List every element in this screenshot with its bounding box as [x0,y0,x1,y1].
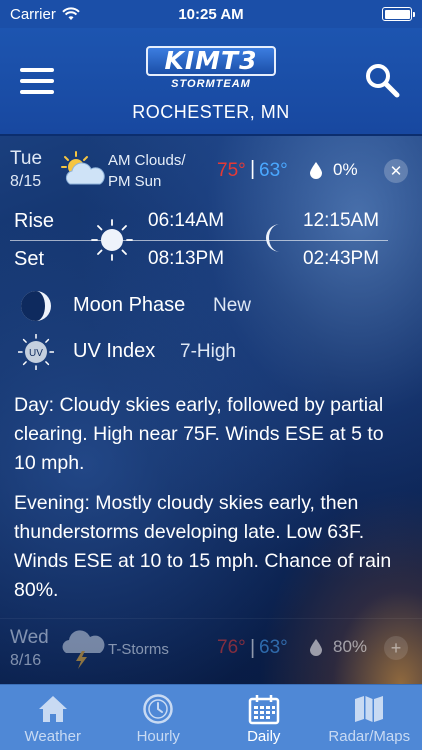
uv-index-label: UV Index [73,340,156,362]
logo-main-text: KIMT3 [146,46,276,76]
tab-bar: Weather Hourly Daily Radar/Maps [0,684,422,750]
low-temp: 63° [259,160,288,181]
app-header: KIMT3 STORMTEAM ROCHESTER, MN [0,28,422,136]
day-forecast-text: Day: Cloudy skies early, followed by par… [14,394,384,474]
uv-icon-text: UV [29,348,43,359]
temp-separator: | [250,158,256,180]
status-left: Carrier [10,6,80,23]
forecast-day-row[interactable]: Tue 8/15 AM Clouds/ PM Sun 75° | 63° 0% … [0,140,422,202]
tab-radar-maps[interactable]: Radar/Maps [317,685,422,750]
wifi-icon [62,7,80,20]
partly-cloudy-icon [61,151,105,185]
tab-label: Daily [247,728,281,745]
day-name: Wed [10,627,49,648]
sun-moon-times: Rise Set 06:14AM 08:13PM 12:15AM 02:43PM [0,204,422,276]
sunrise-time: 06:14AM [148,210,225,231]
tab-daily[interactable]: Daily [211,685,317,750]
thunderstorm-icon [62,630,105,669]
moon-phase-row: Moon Phase New [0,288,422,324]
forecast-day-row[interactable]: Wed 8/16 T-Storms 76° | 63° 80% + [0,618,422,680]
precip-chance: 80% [333,637,368,656]
daily-detail-panel: Tue 8/15 AM Clouds/ PM Sun 75° | 63° 0% … [0,136,422,684]
set-label: Set [14,248,45,270]
battery-icon [382,7,415,21]
condition-text: T-Storms [108,641,169,658]
station-logo: KIMT3 STORMTEAM [146,46,276,96]
moonset-time: 02:43PM [303,248,380,269]
uv-index-row: UV UV Index 7-High [0,334,422,370]
low-temp: 63° [259,637,288,658]
menu-button[interactable] [20,68,54,94]
high-temp: 75° [217,160,246,181]
day-date: 8/15 [10,173,42,190]
sun-icon [91,219,133,261]
horizon-divider [10,240,388,241]
expand-button[interactable]: + [384,636,408,660]
calendar-icon [248,695,279,725]
uv-index-icon: UV [18,334,54,370]
crescent-moon-icon [266,224,280,252]
moon-phase-label: Moon Phase [73,294,186,316]
clock-icon [143,694,173,724]
condition-text: AM Clouds/ PM Sun [108,150,186,192]
moon-phase-value: New [213,295,252,316]
carrier-label: Carrier [10,5,56,23]
tab-hourly[interactable]: Hourly [106,685,212,750]
uv-index-value: 7-High [180,341,236,362]
precip-chance: 0% [333,160,358,179]
collapse-button[interactable]: ✕ [384,159,408,183]
condition-line-2: PM Sun [108,173,162,190]
rise-label: Rise [14,210,55,232]
map-icon [355,696,384,722]
temp-separator: | [250,637,256,659]
location-label[interactable]: ROCHESTER, MN [0,102,422,123]
evening-forecast-text: Evening: Mostly cloudy skies early, then… [14,492,392,601]
moon-phase-icon [21,291,51,321]
day-name: Tue [10,148,43,169]
hamburger-icon [20,68,54,72]
search-icon[interactable] [364,62,400,98]
status-bar: Carrier 10:25 AM [0,0,422,28]
high-temp: 76° [217,637,246,658]
tab-label: Weather [24,728,81,745]
home-icon [38,696,67,722]
raindrop-icon [310,162,322,179]
day-date: 8/16 [10,652,42,669]
tab-weather[interactable]: Weather [0,685,106,750]
sunset-time: 08:13PM [148,248,225,269]
raindrop-icon [310,639,322,656]
tab-label: Hourly [136,728,180,745]
logo-sub-text: STORMTEAM [171,78,251,90]
moonrise-time: 12:15AM [303,210,380,231]
tab-label: Radar/Maps [328,728,411,745]
condition-line-1: AM Clouds/ [108,152,186,169]
